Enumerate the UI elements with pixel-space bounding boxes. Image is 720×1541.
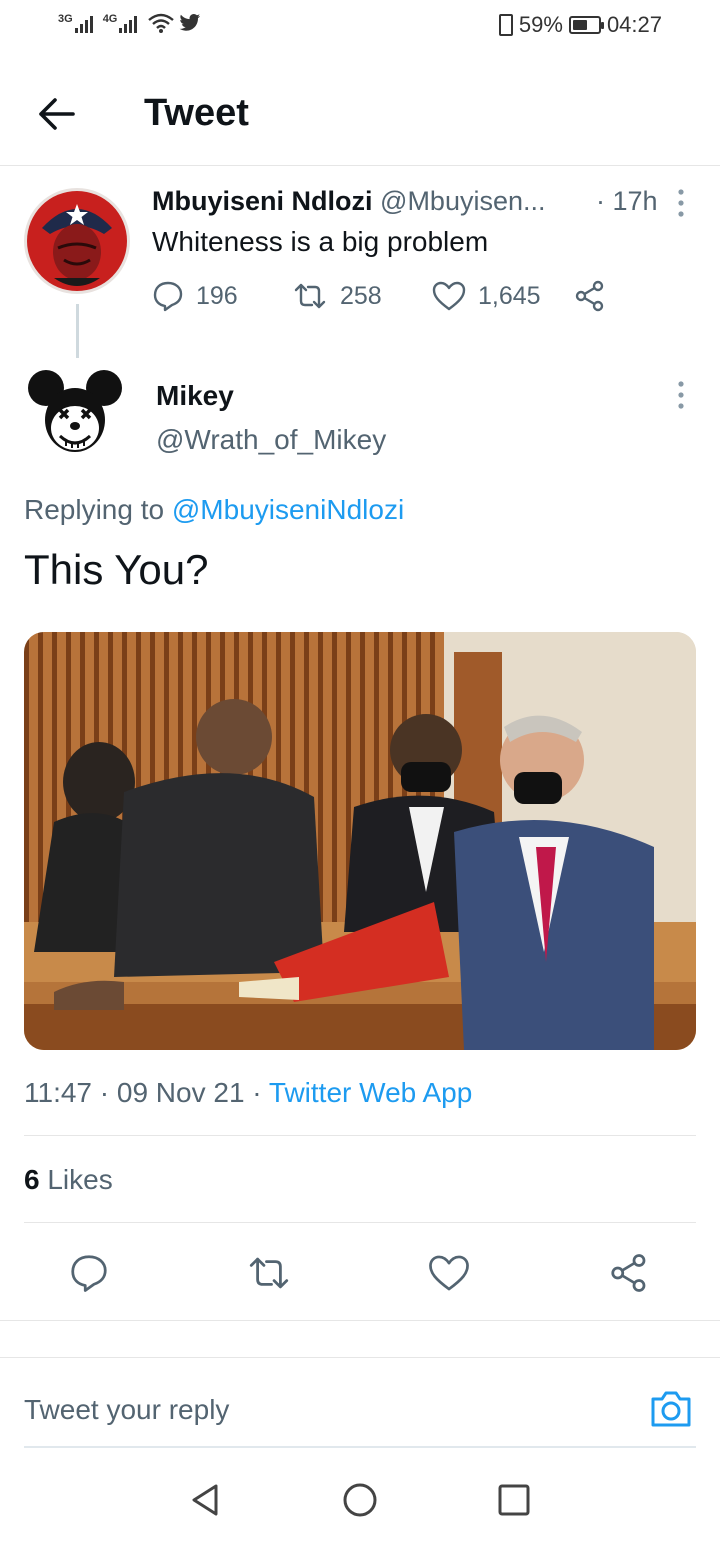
signal-icon: 4G <box>103 13 138 33</box>
share-button[interactable] <box>574 280 606 312</box>
tweet-meta: 11:47 · 09 Nov 21 · Twitter Web App <box>24 1075 472 1111</box>
retweet-button[interactable]: 258 <box>292 281 432 311</box>
reply-count: 196 <box>196 281 238 310</box>
heart-icon <box>432 281 466 311</box>
retweet-icon <box>294 283 326 309</box>
divider <box>24 1446 696 1448</box>
app-header: Tweet <box>0 62 720 166</box>
tweet-text: Whiteness is a big problem <box>152 226 489 257</box>
avatar[interactable] <box>26 366 124 458</box>
battery-icon <box>568 16 604 34</box>
more-vertical-icon <box>678 381 684 409</box>
nav-back-button[interactable] <box>186 1480 226 1520</box>
replying-to-link[interactable]: @MbuyiseniNdlozi <box>172 494 404 525</box>
like-button[interactable]: 1,645 <box>432 281 574 311</box>
camera-icon <box>651 1391 691 1427</box>
author-name[interactable]: Mikey <box>156 378 234 414</box>
retweet-count: 258 <box>340 281 382 310</box>
camera-button[interactable] <box>648 1386 694 1432</box>
share-icon <box>575 280 604 312</box>
share-icon <box>611 1254 646 1292</box>
avatar[interactable] <box>24 188 130 294</box>
retweet-icon <box>249 1257 289 1289</box>
wifi-icon <box>148 13 175 33</box>
section-gap <box>0 1321 720 1358</box>
retweet-button[interactable] <box>244 1248 294 1298</box>
courtroom-photo <box>24 632 696 1050</box>
twitter-bird-icon <box>179 14 201 31</box>
likes-summary[interactable]: 6 Likes <box>24 1162 113 1198</box>
network-type-label: 4G <box>102 13 118 25</box>
timestamp: 11:47 · 09 Nov 21 · <box>24 1077 262 1108</box>
page-title: Tweet <box>144 92 249 134</box>
more-options-button[interactable] <box>666 378 696 412</box>
replying-to: Replying to @MbuyiseniNdlozi <box>24 492 404 528</box>
arrow-left-icon <box>39 98 75 130</box>
tweet-action-bar <box>0 1248 720 1298</box>
author-name[interactable]: Mbuyiseni Ndlozi <box>152 186 373 216</box>
status-bar: 3G 4G 59% 04:27 <box>0 0 720 54</box>
network-type-label: 3G <box>58 13 73 25</box>
heart-icon <box>429 1255 469 1291</box>
triangle-back-icon <box>192 1484 218 1516</box>
like-count: 1,645 <box>478 281 541 310</box>
avatar-image <box>24 188 130 294</box>
tweet-time: · 17h <box>596 186 658 216</box>
author-handle[interactable]: @Mbuyisen... <box>380 186 545 216</box>
tweet-photo[interactable] <box>24 632 696 1050</box>
likes-label: Likes <box>47 1164 113 1195</box>
thread-connector <box>76 304 79 358</box>
divider <box>24 1135 696 1136</box>
tweet-text: This You? <box>24 546 209 593</box>
nav-recents-button[interactable] <box>494 1480 534 1520</box>
nav-home-button[interactable] <box>340 1480 380 1520</box>
reply-button[interactable]: 196 <box>152 280 292 312</box>
signal-icon: 3G <box>58 13 93 33</box>
reply-icon <box>71 1255 107 1292</box>
battery-percent: 59% <box>518 12 563 37</box>
vibrate-icon <box>498 14 513 36</box>
tweet-actions: 196 258 1,645 <box>152 280 606 312</box>
share-button[interactable] <box>604 1248 654 1298</box>
square-recents-icon <box>498 1484 530 1516</box>
replying-label: Replying to <box>24 494 165 525</box>
reply-icon <box>153 281 183 312</box>
back-button[interactable] <box>30 88 82 140</box>
status-right: 59% 04:27 <box>498 12 662 38</box>
clock: 04:27 <box>606 12 662 37</box>
parent-tweet[interactable]: Mbuyiseni Ndlozi @Mbuyisen... · 17h Whit… <box>0 166 720 366</box>
parent-author[interactable]: Mbuyiseni Ndlozi @Mbuyisen... <box>152 184 672 218</box>
more-options-button[interactable] <box>666 186 696 220</box>
circle-home-icon <box>343 1483 377 1517</box>
divider <box>24 1222 696 1223</box>
source-link[interactable]: Twitter Web App <box>269 1077 472 1108</box>
system-nav-bar <box>0 1450 720 1541</box>
reply-button[interactable] <box>64 1248 114 1298</box>
status-left: 3G 4G <box>58 12 201 34</box>
likes-count: 6 <box>24 1164 40 1195</box>
author-handle[interactable]: @Wrath_of_Mikey <box>156 422 386 458</box>
like-button[interactable] <box>424 1248 474 1298</box>
more-vertical-icon <box>678 189 684 217</box>
reply-input[interactable] <box>24 1390 624 1430</box>
mikey-avatar-image <box>28 370 122 452</box>
